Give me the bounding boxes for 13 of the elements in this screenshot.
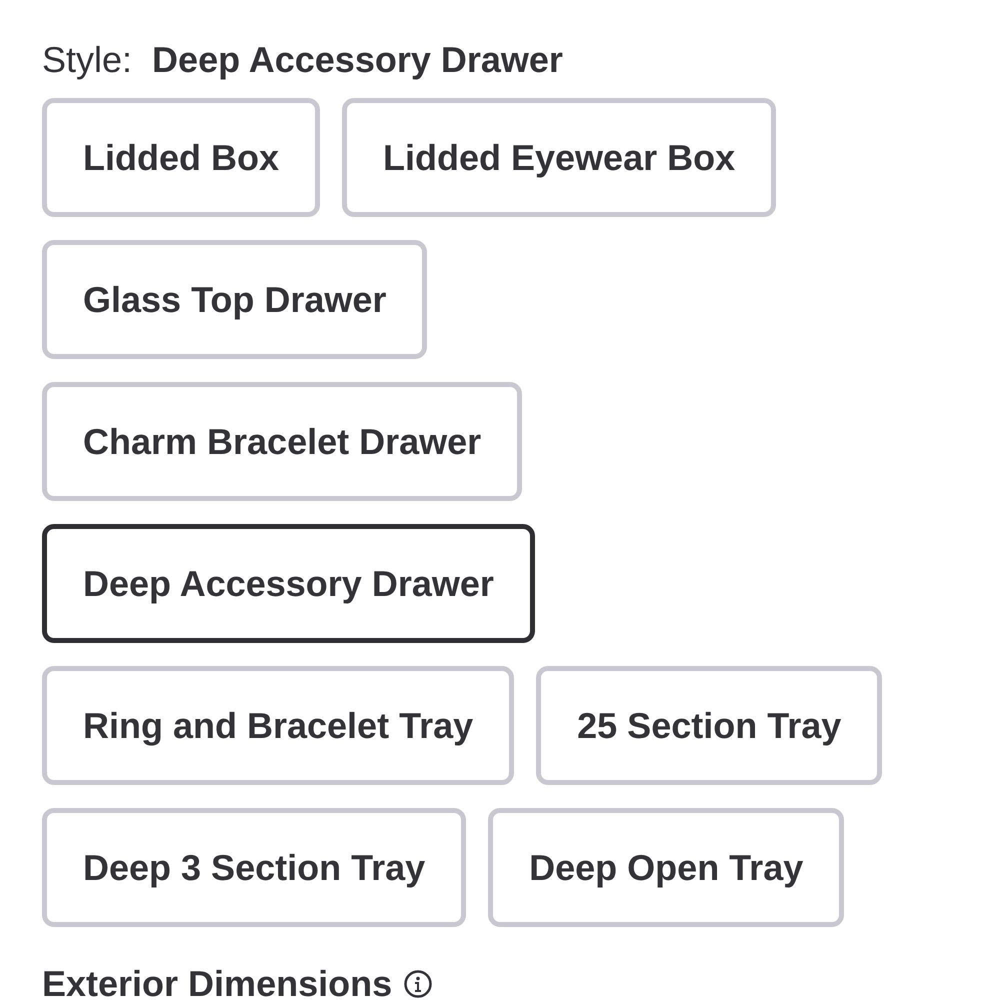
style-option[interactable]: Ring and Bracelet Tray xyxy=(42,666,514,785)
selected-style-value: Deep Accessory Drawer xyxy=(152,38,563,82)
style-option[interactable]: Lidded Box xyxy=(42,98,320,217)
style-option[interactable]: 25 Section Tray xyxy=(536,666,882,785)
style-option[interactable]: Deep 3 Section Tray xyxy=(42,808,466,927)
style-option[interactable]: Deep Accessory Drawer xyxy=(42,524,535,643)
style-label: Style: xyxy=(42,38,132,82)
style-option[interactable]: Glass Top Drawer xyxy=(42,240,428,359)
section-heading: Exterior Dimensions xyxy=(42,969,392,999)
info-icon[interactable] xyxy=(404,970,432,998)
style-option[interactable]: Charm Bracelet Drawer xyxy=(42,382,522,501)
style-option[interactable]: Deep Open Tray xyxy=(488,808,844,927)
style-option[interactable]: Lidded Eyewear Box xyxy=(342,98,776,217)
